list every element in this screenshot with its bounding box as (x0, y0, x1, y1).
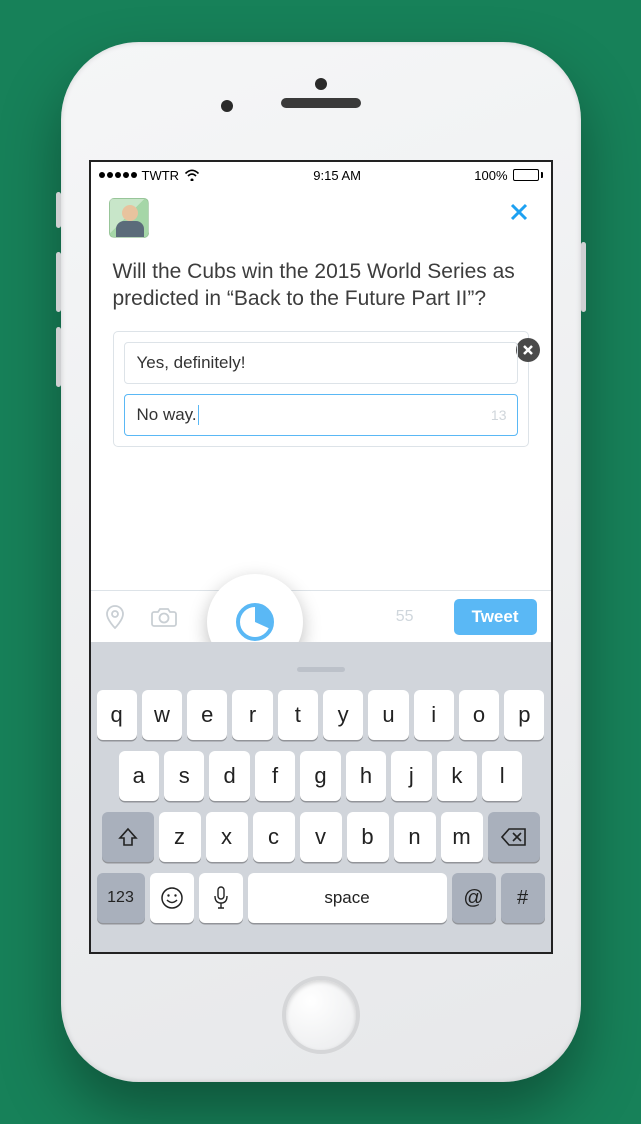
keyboard-row-4: 123 space @ # (97, 873, 545, 923)
key-g[interactable]: g (300, 751, 340, 801)
key-u[interactable]: u (368, 690, 408, 740)
iphone-device-frame: TWTR 9:15 AM 100% Will the Cubs win the (61, 42, 581, 1082)
close-button[interactable] (505, 198, 533, 226)
key-x[interactable]: x (206, 812, 248, 862)
key-q[interactable]: q (97, 690, 137, 740)
battery-percentage: 100% (474, 168, 507, 183)
remove-poll-button[interactable] (516, 338, 540, 362)
shift-key[interactable] (102, 812, 154, 862)
key-a[interactable]: a (119, 751, 159, 801)
key-f[interactable]: f (255, 751, 295, 801)
volume-down-button (56, 327, 61, 387)
backspace-key[interactable] (488, 812, 540, 862)
close-icon (522, 344, 534, 356)
key-z[interactable]: z (159, 812, 201, 862)
key-t[interactable]: t (278, 690, 318, 740)
hash-key[interactable]: # (501, 873, 545, 923)
keyboard-row-1: qwertyuiop (97, 690, 545, 740)
clock: 9:15 AM (313, 168, 361, 183)
compose-header (91, 188, 551, 244)
backspace-icon (501, 827, 527, 847)
key-m[interactable]: m (441, 812, 483, 862)
camera-button[interactable] (151, 606, 177, 628)
screen: TWTR 9:15 AM 100% Will the Cubs win the (89, 160, 553, 954)
key-w[interactable]: w (142, 690, 182, 740)
key-v[interactable]: v (300, 812, 342, 862)
location-pin-icon (105, 605, 125, 629)
tweet-text-input[interactable]: Will the Cubs win the 2015 World Series … (113, 258, 529, 313)
character-count: 55 (396, 608, 414, 626)
text-cursor (198, 405, 200, 425)
status-bar: TWTR 9:15 AM 100% (91, 162, 551, 188)
poll-card: Yes, definitely! No way. 13 (113, 331, 529, 447)
key-i[interactable]: i (414, 690, 454, 740)
key-k[interactable]: k (437, 751, 477, 801)
poll-option-2-remaining: 13 (491, 407, 507, 423)
key-y[interactable]: y (323, 690, 363, 740)
location-button[interactable] (105, 605, 125, 629)
carrier-label: TWTR (142, 168, 180, 183)
proximity-sensor (315, 78, 327, 90)
mute-switch (56, 192, 61, 228)
numbers-key[interactable]: 123 (97, 873, 145, 923)
keyboard-row-3: zxcvbnm (97, 812, 545, 862)
key-b[interactable]: b (347, 812, 389, 862)
emoji-key[interactable] (150, 873, 194, 923)
signal-strength-icon (99, 172, 137, 178)
poll-option-1-input[interactable]: Yes, definitely! (124, 342, 518, 384)
key-j[interactable]: j (391, 751, 431, 801)
power-button (581, 242, 586, 312)
front-camera (221, 100, 233, 112)
camera-icon (151, 606, 177, 628)
poll-option-2-text: No way. (137, 405, 197, 425)
key-s[interactable]: s (164, 751, 204, 801)
key-l[interactable]: l (482, 751, 522, 801)
earpiece-speaker (281, 98, 361, 108)
close-icon (508, 201, 530, 223)
compose-body: Will the Cubs win the 2015 World Series … (91, 244, 551, 447)
key-c[interactable]: c (253, 812, 295, 862)
microphone-icon (213, 886, 229, 910)
at-key[interactable]: @ (452, 873, 496, 923)
volume-up-button (56, 252, 61, 312)
compose-toolbar: 55 Tweet (91, 590, 551, 642)
home-button[interactable] (282, 976, 360, 1054)
key-n[interactable]: n (394, 812, 436, 862)
tweet-button[interactable]: Tweet (454, 599, 537, 635)
key-o[interactable]: o (459, 690, 499, 740)
key-e[interactable]: e (187, 690, 227, 740)
space-key[interactable]: space (248, 873, 447, 923)
poll-option-2-input[interactable]: No way. 13 (124, 394, 518, 436)
key-h[interactable]: h (346, 751, 386, 801)
key-r[interactable]: r (232, 690, 272, 740)
battery-icon (513, 169, 543, 181)
keyboard-suggestion-bar (97, 650, 545, 688)
emoji-icon (160, 886, 184, 910)
poll-option-1-text: Yes, definitely! (137, 353, 246, 373)
keyboard-row-2: asdfghjkl (97, 751, 545, 801)
keyboard: qwertyuiop asdfghjkl zxcvbnm 123 (91, 642, 551, 952)
wifi-icon (184, 169, 200, 181)
key-p[interactable]: p (504, 690, 544, 740)
shift-icon (117, 826, 139, 848)
avatar[interactable] (109, 198, 149, 238)
key-d[interactable]: d (209, 751, 249, 801)
poll-icon (234, 601, 276, 643)
dictation-key[interactable] (199, 873, 243, 923)
